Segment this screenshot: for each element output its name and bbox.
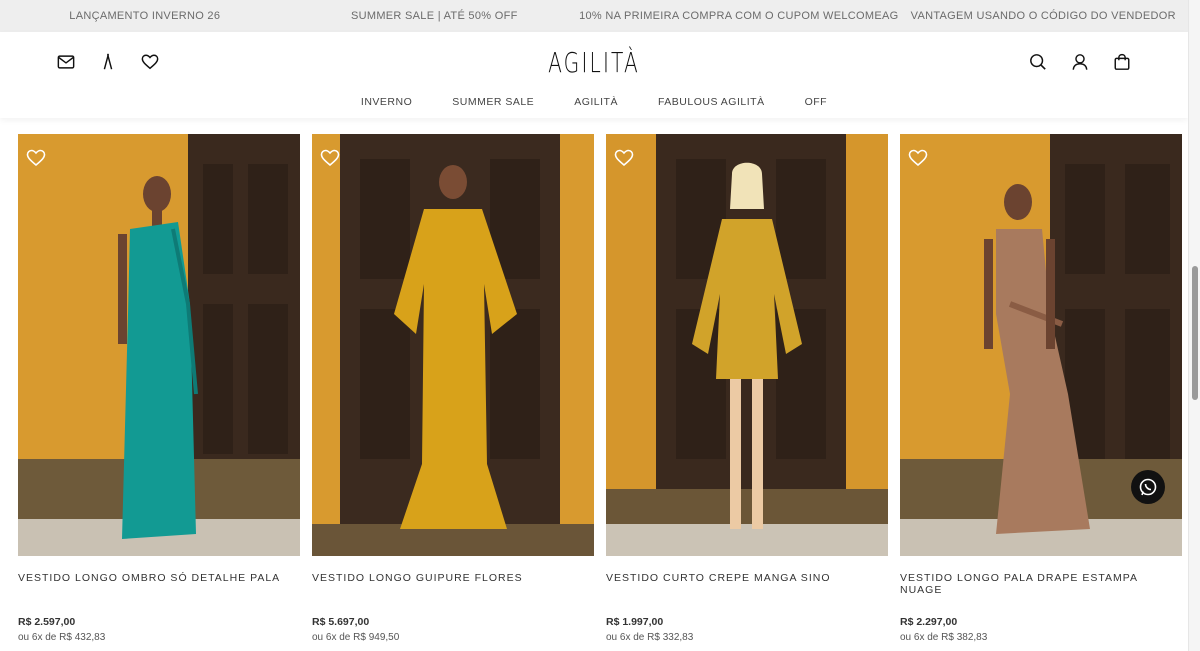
nav-item-fabulous-agilita[interactable]: FABULOUS AGILITÀ (658, 96, 765, 108)
product-price: R$ 1.997,00 (606, 616, 664, 628)
nav-item-inverno[interactable]: INVERNO (361, 96, 412, 108)
envelope-icon[interactable] (56, 52, 76, 72)
announcement-bar: LANÇAMENTO INVERNO 26 SUMMER SALE | ATÉ … (0, 0, 1188, 32)
nav-item-agilita[interactable]: AGILITÀ (574, 96, 618, 108)
product-name[interactable]: VESTIDO LONGO OMBRO SÓ DETALHE PALA (18, 572, 300, 604)
product-price: R$ 2.597,00 (18, 616, 76, 628)
wishlist-heart-icon[interactable] (614, 149, 634, 169)
main-navigation: INVERNO SUMMER SALE AGILITÀ FABULOUS AGI… (0, 96, 1188, 108)
product-installments: ou 6x de R$ 949,50 (312, 632, 400, 643)
product-card[interactable]: VESTIDO LONGO PALA DRAPE ESTAMPA NUAGE R… (900, 134, 1182, 643)
brand-mark-icon[interactable] (98, 52, 118, 72)
product-image[interactable] (312, 134, 594, 556)
whatsapp-icon[interactable] (1131, 470, 1165, 504)
product-name[interactable]: VESTIDO LONGO PALA DRAPE ESTAMPA NUAGE (900, 572, 1182, 604)
announcement-item[interactable]: LANÇAMENTO INVERNO 26 (0, 10, 290, 22)
product-price: R$ 5.697,00 (312, 616, 370, 628)
announcement-item[interactable]: SUMMER SALE | ATÉ 50% OFF (290, 10, 580, 22)
nav-item-summer-sale[interactable]: SUMMER SALE (452, 96, 534, 108)
product-installments: ou 6x de R$ 332,83 (606, 632, 694, 643)
product-card[interactable]: VESTIDO CURTO CREPE MANGA SINO R$ 1.997,… (606, 134, 888, 643)
product-name[interactable]: VESTIDO CURTO CREPE MANGA SINO (606, 572, 888, 604)
wishlist-heart-icon[interactable] (908, 149, 928, 169)
announcement-item[interactable]: VANTAGEM USANDO O CÓDIGO DO VENDEDOR (898, 10, 1188, 22)
header-left-actions (56, 52, 160, 72)
product-card[interactable]: VESTIDO LONGO GUIPURE FLORES R$ 5.697,00… (312, 134, 594, 643)
product-name[interactable]: VESTIDO LONGO GUIPURE FLORES (312, 572, 594, 604)
header-right-actions (1028, 52, 1132, 72)
product-price: R$ 2.297,00 (900, 616, 958, 628)
heart-icon[interactable] (140, 52, 160, 72)
product-card[interactable]: VESTIDO LONGO OMBRO SÓ DETALHE PALA R$ 2… (18, 134, 300, 643)
product-image[interactable] (606, 134, 888, 556)
product-grid: VESTIDO LONGO OMBRO SÓ DETALHE PALA R$ 2… (18, 134, 1182, 643)
brand-logo[interactable]: AGILITÀ (166, 46, 1021, 79)
user-icon[interactable] (1070, 52, 1090, 72)
page-scrollbar[interactable] (1188, 0, 1200, 651)
search-icon[interactable] (1028, 52, 1048, 72)
product-installments: ou 6x de R$ 432,83 (18, 632, 106, 643)
announcement-item[interactable]: 10% NA PRIMEIRA COMPRA COM O CUPOM WELCO… (579, 10, 898, 22)
scrollbar-thumb[interactable] (1192, 266, 1198, 400)
product-installments: ou 6x de R$ 382,83 (900, 632, 988, 643)
site-header: AGILITÀ INVERNO SUMMER SALE AGILITÀ FABU… (0, 32, 1188, 118)
nav-item-off[interactable]: OFF (805, 96, 828, 108)
bag-icon[interactable] (1112, 52, 1132, 72)
product-image[interactable] (18, 134, 300, 556)
wishlist-heart-icon[interactable] (26, 149, 46, 169)
wishlist-heart-icon[interactable] (320, 149, 340, 169)
